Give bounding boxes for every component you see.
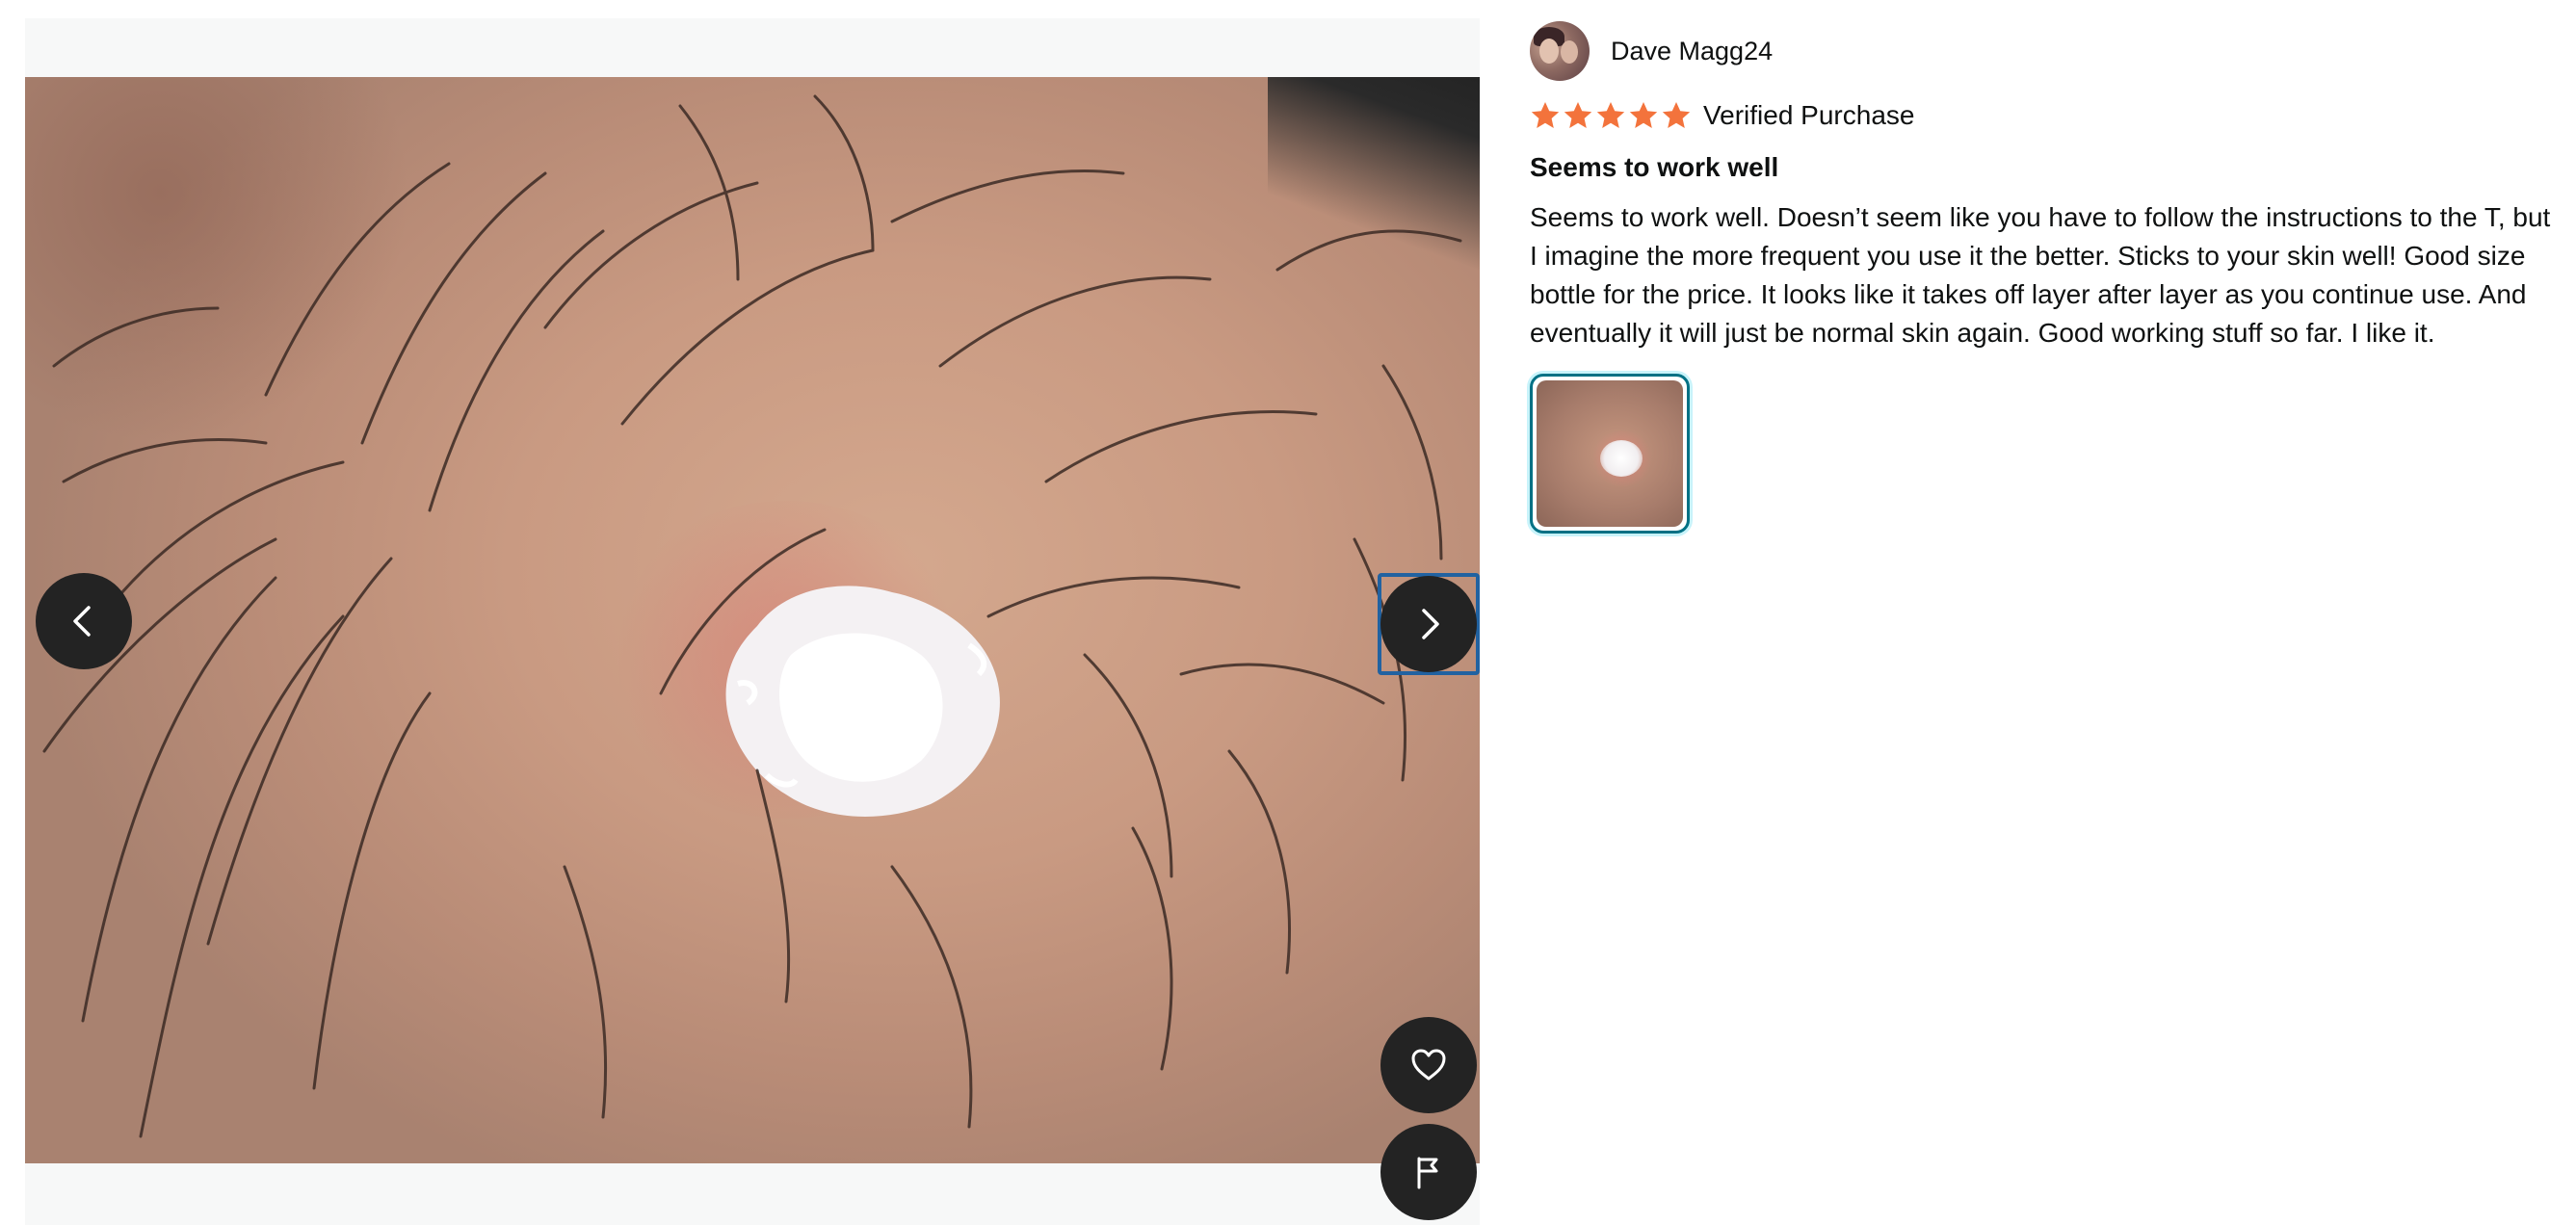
star-rating	[1530, 100, 1692, 131]
star-icon	[1629, 102, 1658, 128]
rating-row: Verified Purchase	[1530, 96, 2561, 135]
verified-purchase-badge: Verified Purchase	[1703, 100, 1915, 130]
review-panel: Dave Magg24 Verified Purchase Seems to w…	[1530, 19, 2561, 534]
heart-icon	[1411, 1049, 1446, 1081]
review-image-thumbnail[interactable]	[1530, 374, 1690, 534]
reviewer-name[interactable]: Dave Magg24	[1611, 37, 1773, 66]
chevron-right-icon	[1422, 609, 1439, 639]
chevron-left-icon	[73, 606, 91, 637]
flag-icon	[1417, 1157, 1438, 1189]
star-icon	[1596, 102, 1625, 128]
hair-overlay	[42, 94, 1462, 1138]
report-button[interactable]	[1380, 1124, 1477, 1220]
review-title: Seems to work well	[1530, 152, 1779, 182]
star-icon	[1662, 102, 1691, 128]
reviewer-profile[interactable]: Dave Magg24	[1530, 19, 2561, 83]
review-photo	[25, 77, 1480, 1163]
review-body: Seems to work well. Doesn’t seem like yo…	[1530, 202, 2551, 348]
like-button[interactable]	[1380, 1017, 1477, 1113]
previous-image-button[interactable]	[36, 573, 132, 669]
star-icon	[1531, 102, 1560, 128]
next-image-button[interactable]	[1380, 576, 1477, 672]
media-viewer	[25, 18, 1480, 1225]
star-icon	[1564, 102, 1592, 128]
avatar[interactable]	[1530, 21, 1590, 81]
